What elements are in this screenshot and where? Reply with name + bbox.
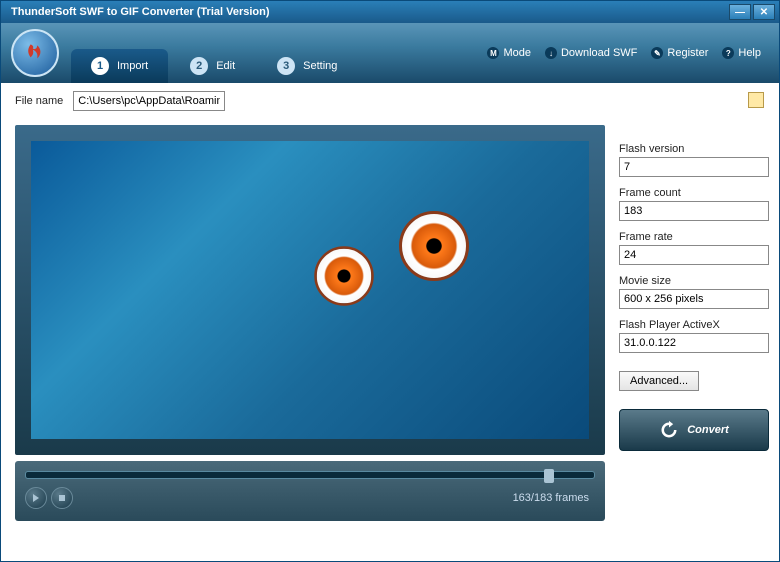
file-path-input[interactable]	[73, 91, 225, 111]
frame-rate-label: Frame rate	[619, 231, 769, 243]
frame-count-value	[619, 201, 769, 221]
help-link[interactable]: ? Help	[722, 47, 761, 59]
download-swf-link[interactable]: ↓ Download SWF	[545, 47, 637, 59]
tab-label: Import	[117, 60, 148, 72]
tab-edit[interactable]: 2 Edit	[170, 49, 255, 83]
preview-content	[314, 246, 374, 306]
register-link[interactable]: ✎ Register	[651, 47, 708, 59]
frame-count-label: Frame count	[619, 187, 769, 199]
play-button[interactable]	[25, 487, 47, 509]
window-title: ThunderSoft SWF to GIF Converter (Trial …	[5, 6, 727, 18]
app-logo-icon	[11, 29, 59, 77]
tab-setting[interactable]: 3 Setting	[257, 49, 357, 83]
movie-size-value	[619, 289, 769, 309]
link-label: Help	[738, 47, 761, 59]
preview-image	[31, 141, 589, 439]
preview-content	[399, 211, 469, 281]
movie-size-label: Movie size	[619, 275, 769, 287]
flash-version-label: Flash version	[619, 143, 769, 155]
help-icon: ?	[722, 47, 734, 59]
advanced-button[interactable]: Advanced...	[619, 371, 699, 391]
seek-handle[interactable]	[544, 469, 554, 483]
close-button[interactable]: ✕	[753, 4, 775, 20]
file-name-label: File name	[15, 95, 63, 107]
mode-icon: M	[487, 47, 499, 59]
register-icon: ✎	[651, 47, 663, 59]
link-label: Mode	[503, 47, 531, 59]
info-column: Flash version Frame count Frame rate Mov…	[619, 125, 769, 521]
convert-label: Convert	[687, 424, 729, 436]
step-tabs: 1 Import 2 Edit 3 Setting	[71, 23, 487, 83]
frame-rate-value	[619, 245, 769, 265]
file-path-row: File name	[1, 83, 779, 119]
minimize-button[interactable]: —	[729, 4, 751, 20]
tab-import[interactable]: 1 Import	[71, 49, 168, 83]
player-controls: 163/183 frames	[15, 461, 605, 521]
convert-icon	[659, 420, 679, 440]
tab-label: Edit	[216, 60, 235, 72]
tab-number: 1	[91, 57, 109, 75]
preview-column: 163/183 frames	[15, 125, 605, 521]
tab-number: 3	[277, 57, 295, 75]
tab-number: 2	[190, 57, 208, 75]
frame-counter: 163/183 frames	[513, 492, 595, 504]
browse-icon[interactable]	[748, 92, 764, 108]
titlebar: ThunderSoft SWF to GIF Converter (Trial …	[1, 1, 779, 23]
link-label: Register	[667, 47, 708, 59]
convert-button[interactable]: Convert	[619, 409, 769, 451]
flash-version-value	[619, 157, 769, 177]
toolbar: 1 Import 2 Edit 3 Setting M Mode ↓ Downloa…	[1, 23, 779, 83]
main-area: 163/183 frames Flash version Frame count…	[1, 119, 779, 535]
seek-bar[interactable]	[25, 471, 595, 479]
activex-value	[619, 333, 769, 353]
top-links: M Mode ↓ Download SWF ✎ Register ? Help	[487, 47, 769, 59]
activex-label: Flash Player ActiveX	[619, 319, 769, 331]
preview-box	[15, 125, 605, 455]
link-label: Download SWF	[561, 47, 637, 59]
tab-label: Setting	[303, 60, 337, 72]
mode-link[interactable]: M Mode	[487, 47, 531, 59]
download-icon: ↓	[545, 47, 557, 59]
stop-button[interactable]	[51, 487, 73, 509]
